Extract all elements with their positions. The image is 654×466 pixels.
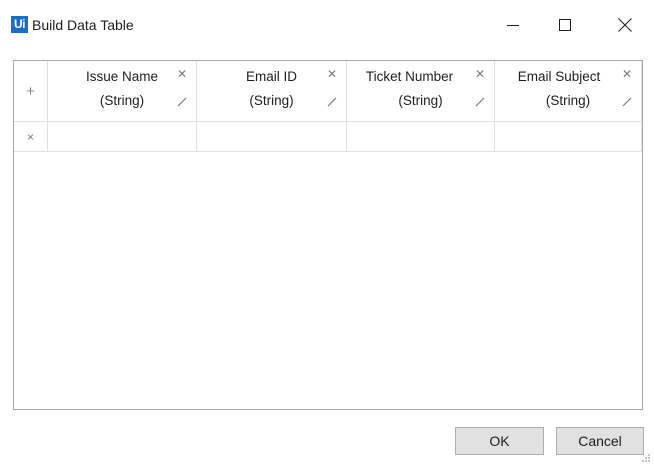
column-header-issue-name[interactable]: Issue Name (String) ✕ bbox=[48, 61, 197, 122]
data-table-grid: + Issue Name (String) ✕ Email ID (String… bbox=[13, 60, 643, 410]
column-type: (String) bbox=[398, 93, 443, 108]
add-column-button[interactable]: + bbox=[14, 61, 48, 122]
column-header-ticket-number[interactable]: Ticket Number (String) ✕ bbox=[347, 61, 495, 122]
pencil-icon[interactable] bbox=[475, 97, 485, 107]
column-type: (String) bbox=[99, 93, 145, 108]
column-name: Issue Name bbox=[85, 69, 159, 84]
minimize-icon bbox=[507, 25, 519, 26]
delete-row-button[interactable]: × bbox=[14, 122, 48, 152]
cancel-button[interactable]: Cancel bbox=[556, 427, 644, 455]
column-name: Email ID bbox=[245, 69, 297, 84]
window-title: Build Data Table bbox=[32, 17, 134, 33]
column-type: (String) bbox=[545, 93, 591, 108]
column-header-email-subject[interactable]: Email Subject (String) ✕ bbox=[495, 61, 642, 122]
pencil-icon[interactable] bbox=[327, 97, 337, 107]
delete-column-icon[interactable]: ✕ bbox=[177, 67, 187, 81]
uipath-logo-icon: Ui bbox=[11, 16, 28, 33]
title-bar: Ui Build Data Table bbox=[0, 0, 654, 50]
close-icon bbox=[618, 18, 632, 32]
delete-column-icon[interactable]: ✕ bbox=[475, 67, 485, 81]
ok-button[interactable]: OK bbox=[455, 427, 544, 455]
column-type: (String) bbox=[249, 93, 294, 108]
pencil-icon[interactable] bbox=[177, 97, 187, 107]
close-window-button[interactable] bbox=[602, 6, 648, 44]
resize-grip-icon[interactable] bbox=[641, 453, 651, 463]
delete-column-icon[interactable]: ✕ bbox=[622, 67, 632, 81]
minimize-button[interactable] bbox=[490, 6, 536, 44]
maximize-button[interactable] bbox=[542, 6, 588, 44]
column-name: Ticket Number bbox=[365, 69, 454, 84]
pencil-icon[interactable] bbox=[622, 97, 632, 107]
column-name: Email Subject bbox=[517, 69, 601, 84]
table-cell[interactable] bbox=[347, 122, 495, 152]
table-cell[interactable] bbox=[197, 122, 347, 152]
build-data-table-dialog: Ui Build Data Table + Issue Name (String… bbox=[0, 0, 654, 466]
delete-column-icon[interactable]: ✕ bbox=[327, 67, 337, 81]
column-header-email-id[interactable]: Email ID (String) ✕ bbox=[197, 61, 347, 122]
table-cell[interactable] bbox=[48, 122, 197, 152]
maximize-icon bbox=[559, 19, 571, 31]
table-cell[interactable] bbox=[495, 122, 642, 152]
